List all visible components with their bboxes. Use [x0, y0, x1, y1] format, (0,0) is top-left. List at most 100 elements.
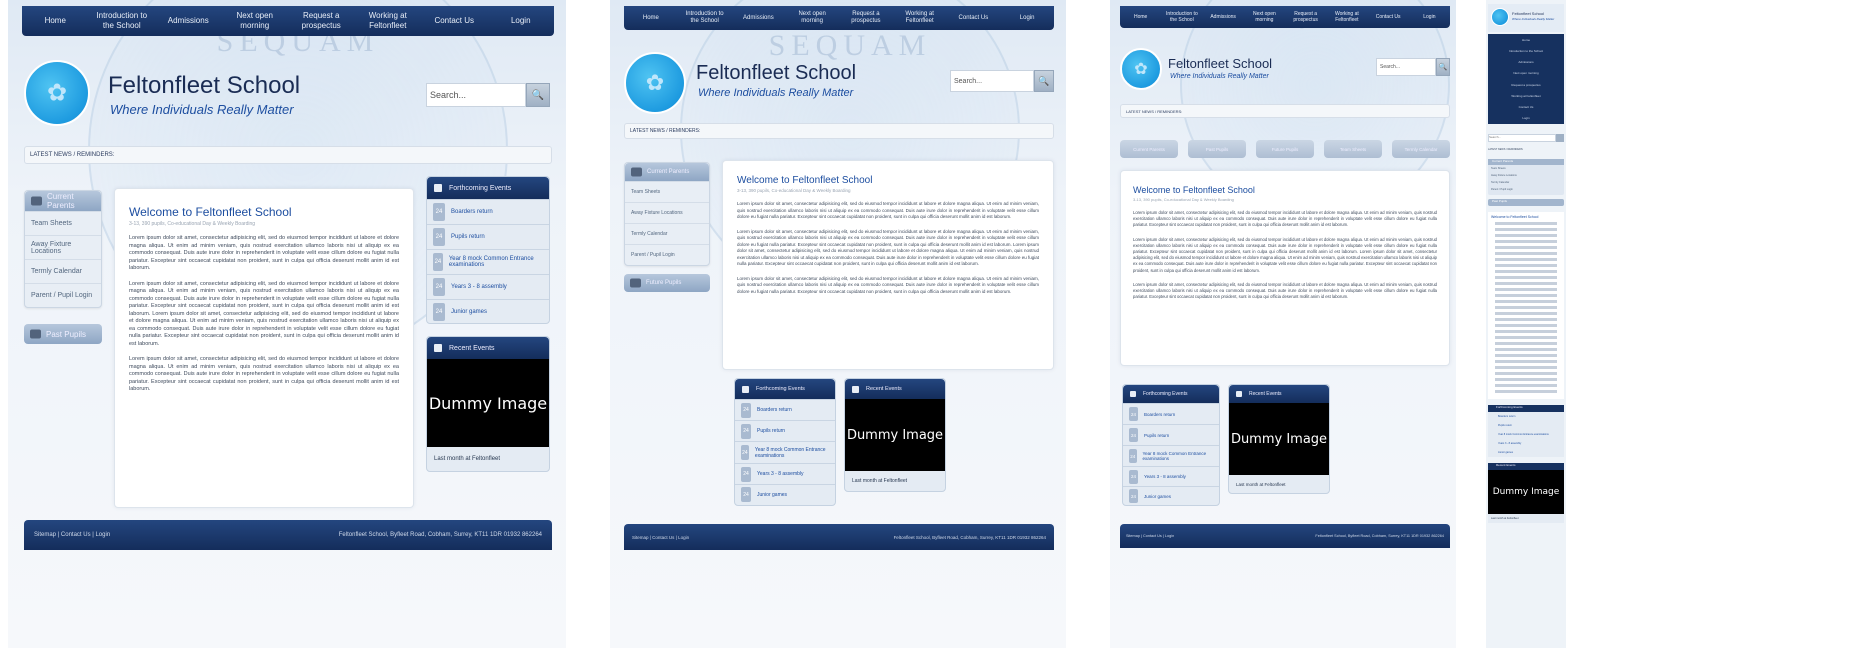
tab-current-parents[interactable]: Current Parents	[1120, 140, 1178, 158]
recent-events-image[interactable]: Dummy Image	[1488, 470, 1564, 514]
footer-links[interactable]: Sitemap | Contact Us | Login	[34, 532, 110, 538]
event-label[interactable]: Boarders return	[1488, 412, 1564, 421]
nav-open-morning[interactable]: Next open morning	[1513, 71, 1538, 75]
search-button[interactable]: 🔍	[526, 83, 550, 107]
school-logo[interactable]	[1491, 8, 1509, 26]
school-name[interactable]: Feltonfleet School	[696, 62, 856, 85]
footer-links[interactable]: Sitemap | Contact Us | Login	[1126, 534, 1174, 538]
sidebar-item-termly-calendar[interactable]: Termly Calendar	[1488, 179, 1564, 186]
current-parents-header[interactable]: Current Parents	[625, 163, 709, 181]
event-row[interactable]: 24 Junior games	[427, 299, 549, 323]
sidebar-item-team-sheets[interactable]: Team Sheets	[1488, 165, 1564, 172]
school-name[interactable]: Feltonfleet School	[108, 72, 300, 100]
tab-future-pupils[interactable]: Future Pupils	[1256, 140, 1314, 158]
recent-events-image[interactable]: Dummy Image	[1229, 403, 1329, 475]
event-row[interactable]: 24 Junior games	[735, 484, 835, 504]
sidebar-item-away-fixtures[interactable]: Away Fixture Locations	[625, 202, 709, 223]
event-row[interactable]: 24 Pupils return	[427, 224, 549, 249]
event-row[interactable]: 24 Boarders return	[1123, 403, 1219, 424]
nav-open-morning[interactable]: Next open morning	[1244, 11, 1285, 23]
past-pupils-button[interactable]: Past Pupils	[1488, 199, 1564, 206]
recent-events-caption[interactable]: Last month at Feltonfleet	[845, 471, 945, 491]
nav-working[interactable]: Working at Feltonfleet	[1326, 11, 1367, 23]
recent-events-image[interactable]: Dummy Image	[845, 399, 945, 471]
sidebar-item-login[interactable]: Parent / Pupil Login	[1488, 186, 1564, 193]
event-label[interactable]: Pupils return	[1488, 421, 1564, 430]
nav-prospectus[interactable]: Request a prospectus	[288, 11, 355, 31]
recent-events-caption[interactable]: Last month at Feltonfleet	[1488, 514, 1564, 523]
school-logo[interactable]: ✿	[24, 60, 90, 126]
event-row[interactable]: 24 Year 8 mock Common Entrance examinatio…	[427, 249, 549, 274]
event-label[interactable]: Years 3 - 8 assembly	[1488, 439, 1564, 448]
search-input[interactable]: Search...	[426, 83, 526, 107]
event-row[interactable]: 24 Junior games	[1123, 486, 1219, 505]
search-button[interactable]: 🔍	[1436, 58, 1450, 76]
event-row[interactable]: 24 Years 3 - 8 assembly	[427, 274, 549, 299]
search-input[interactable]: Search...	[1488, 134, 1556, 142]
nav-home[interactable]: Home	[1522, 38, 1530, 42]
nav-contact[interactable]: Contact Us	[1368, 14, 1409, 20]
event-row[interactable]: 24 Pupils return	[735, 420, 835, 441]
current-parents-header[interactable]: Current Parents	[25, 191, 101, 211]
sidebar-item-away-fixtures[interactable]: Away Fixture Locations	[1488, 172, 1564, 179]
tab-termly-calendar[interactable]: Termly Calendar	[1392, 140, 1450, 158]
event-row[interactable]: 24 Boarders return	[427, 199, 549, 224]
recent-events-image[interactable]: Dummy Image	[427, 359, 549, 447]
search-button[interactable]: 🔍	[1034, 70, 1054, 92]
nav-admissions[interactable]: Admissions	[155, 16, 222, 26]
event-row[interactable]: 24 Years 3 - 8 assembly	[1123, 466, 1219, 486]
search-input[interactable]: Search...	[950, 70, 1034, 92]
nav-login[interactable]: Login	[1409, 14, 1450, 20]
school-name[interactable]: Feltonfleet School	[1512, 11, 1544, 16]
tab-past-pupils[interactable]: Past Pupils	[1188, 140, 1246, 158]
sidebar-item-team-sheets[interactable]: Team Sheets	[625, 181, 709, 202]
sidebar-item-termly-calendar[interactable]: Termly Calendar	[625, 223, 709, 244]
nav-introduction[interactable]: Introduction to the School	[1161, 11, 1202, 23]
nav-prospectus[interactable]: Request a prospectus	[1511, 83, 1540, 87]
footer-links[interactable]: Sitemap | Contact Us | Login	[632, 535, 689, 540]
nav-introduction[interactable]: Introduction to the School	[89, 11, 156, 31]
recent-events-caption[interactable]: Last month at Feltonfleet	[1229, 475, 1329, 493]
nav-working[interactable]: Working at Feltonfleet	[893, 11, 947, 25]
event-row[interactable]: 24 Year 8 mock Common Entrance examinatio…	[1123, 445, 1219, 466]
nav-admissions[interactable]: Admissions	[1203, 14, 1244, 20]
nav-admissions[interactable]: Admissions	[1518, 60, 1533, 64]
past-pupils-button[interactable]: Past Pupils	[24, 324, 102, 344]
sidebar-item-login[interactable]: Parent / Pupil Login	[25, 283, 101, 307]
event-row[interactable]: 24 Boarders return	[735, 399, 835, 420]
nav-introduction[interactable]: Introduction to the School	[1509, 49, 1543, 53]
sidebar-item-login[interactable]: Parent / Pupil Login	[625, 244, 709, 265]
nav-open-morning[interactable]: Next open morning	[785, 11, 839, 25]
nav-prospectus[interactable]: Request a prospectus	[839, 11, 893, 25]
nav-home[interactable]: Home	[624, 15, 678, 22]
future-pupils-button[interactable]: Future Pupils	[624, 274, 710, 292]
nav-login[interactable]: Login	[488, 16, 555, 26]
sidebar-item-away-fixtures[interactable]: Away Fixture Locations	[25, 235, 101, 259]
nav-admissions[interactable]: Admissions	[732, 15, 786, 22]
nav-contact[interactable]: Contact Us	[1519, 105, 1534, 109]
nav-contact[interactable]: Contact Us	[947, 15, 1001, 22]
nav-home[interactable]: Home	[1120, 14, 1161, 20]
school-logo[interactable]: ✿	[624, 52, 686, 114]
school-name[interactable]: Feltonfleet School	[1168, 56, 1272, 71]
nav-home[interactable]: Home	[22, 16, 89, 26]
school-logo[interactable]: ✿	[1120, 48, 1162, 90]
event-row[interactable]: 24 Pupils return	[1123, 424, 1219, 445]
event-label[interactable]: Year 8 mock Common Entrance examinations	[1488, 430, 1564, 439]
event-row[interactable]: 24 Years 3 - 8 assembly	[735, 463, 835, 484]
event-row[interactable]: 24 Year 8 mock Common Entrance examinatio…	[735, 441, 835, 463]
sidebar-item-termly-calendar[interactable]: Termly Calendar	[25, 259, 101, 283]
event-label[interactable]: Junior games	[1488, 448, 1564, 457]
nav-login[interactable]: Login	[1000, 15, 1054, 22]
search-button[interactable]	[1556, 134, 1564, 142]
nav-login[interactable]: Login	[1522, 116, 1529, 120]
nav-contact[interactable]: Contact Us	[421, 16, 488, 26]
nav-prospectus[interactable]: Request a prospectus	[1285, 11, 1326, 23]
search-input[interactable]: Search...	[1376, 58, 1436, 76]
nav-open-morning[interactable]: Next open morning	[222, 11, 289, 31]
tab-team-sheets[interactable]: Team Sheets	[1324, 140, 1382, 158]
sidebar-item-team-sheets[interactable]: Team Sheets	[25, 211, 101, 235]
nav-working[interactable]: Working at Feltonfleet	[355, 11, 422, 31]
nav-introduction[interactable]: Introduction to the School	[678, 11, 732, 25]
nav-working[interactable]: Working at Feltonfleet	[1511, 94, 1540, 98]
